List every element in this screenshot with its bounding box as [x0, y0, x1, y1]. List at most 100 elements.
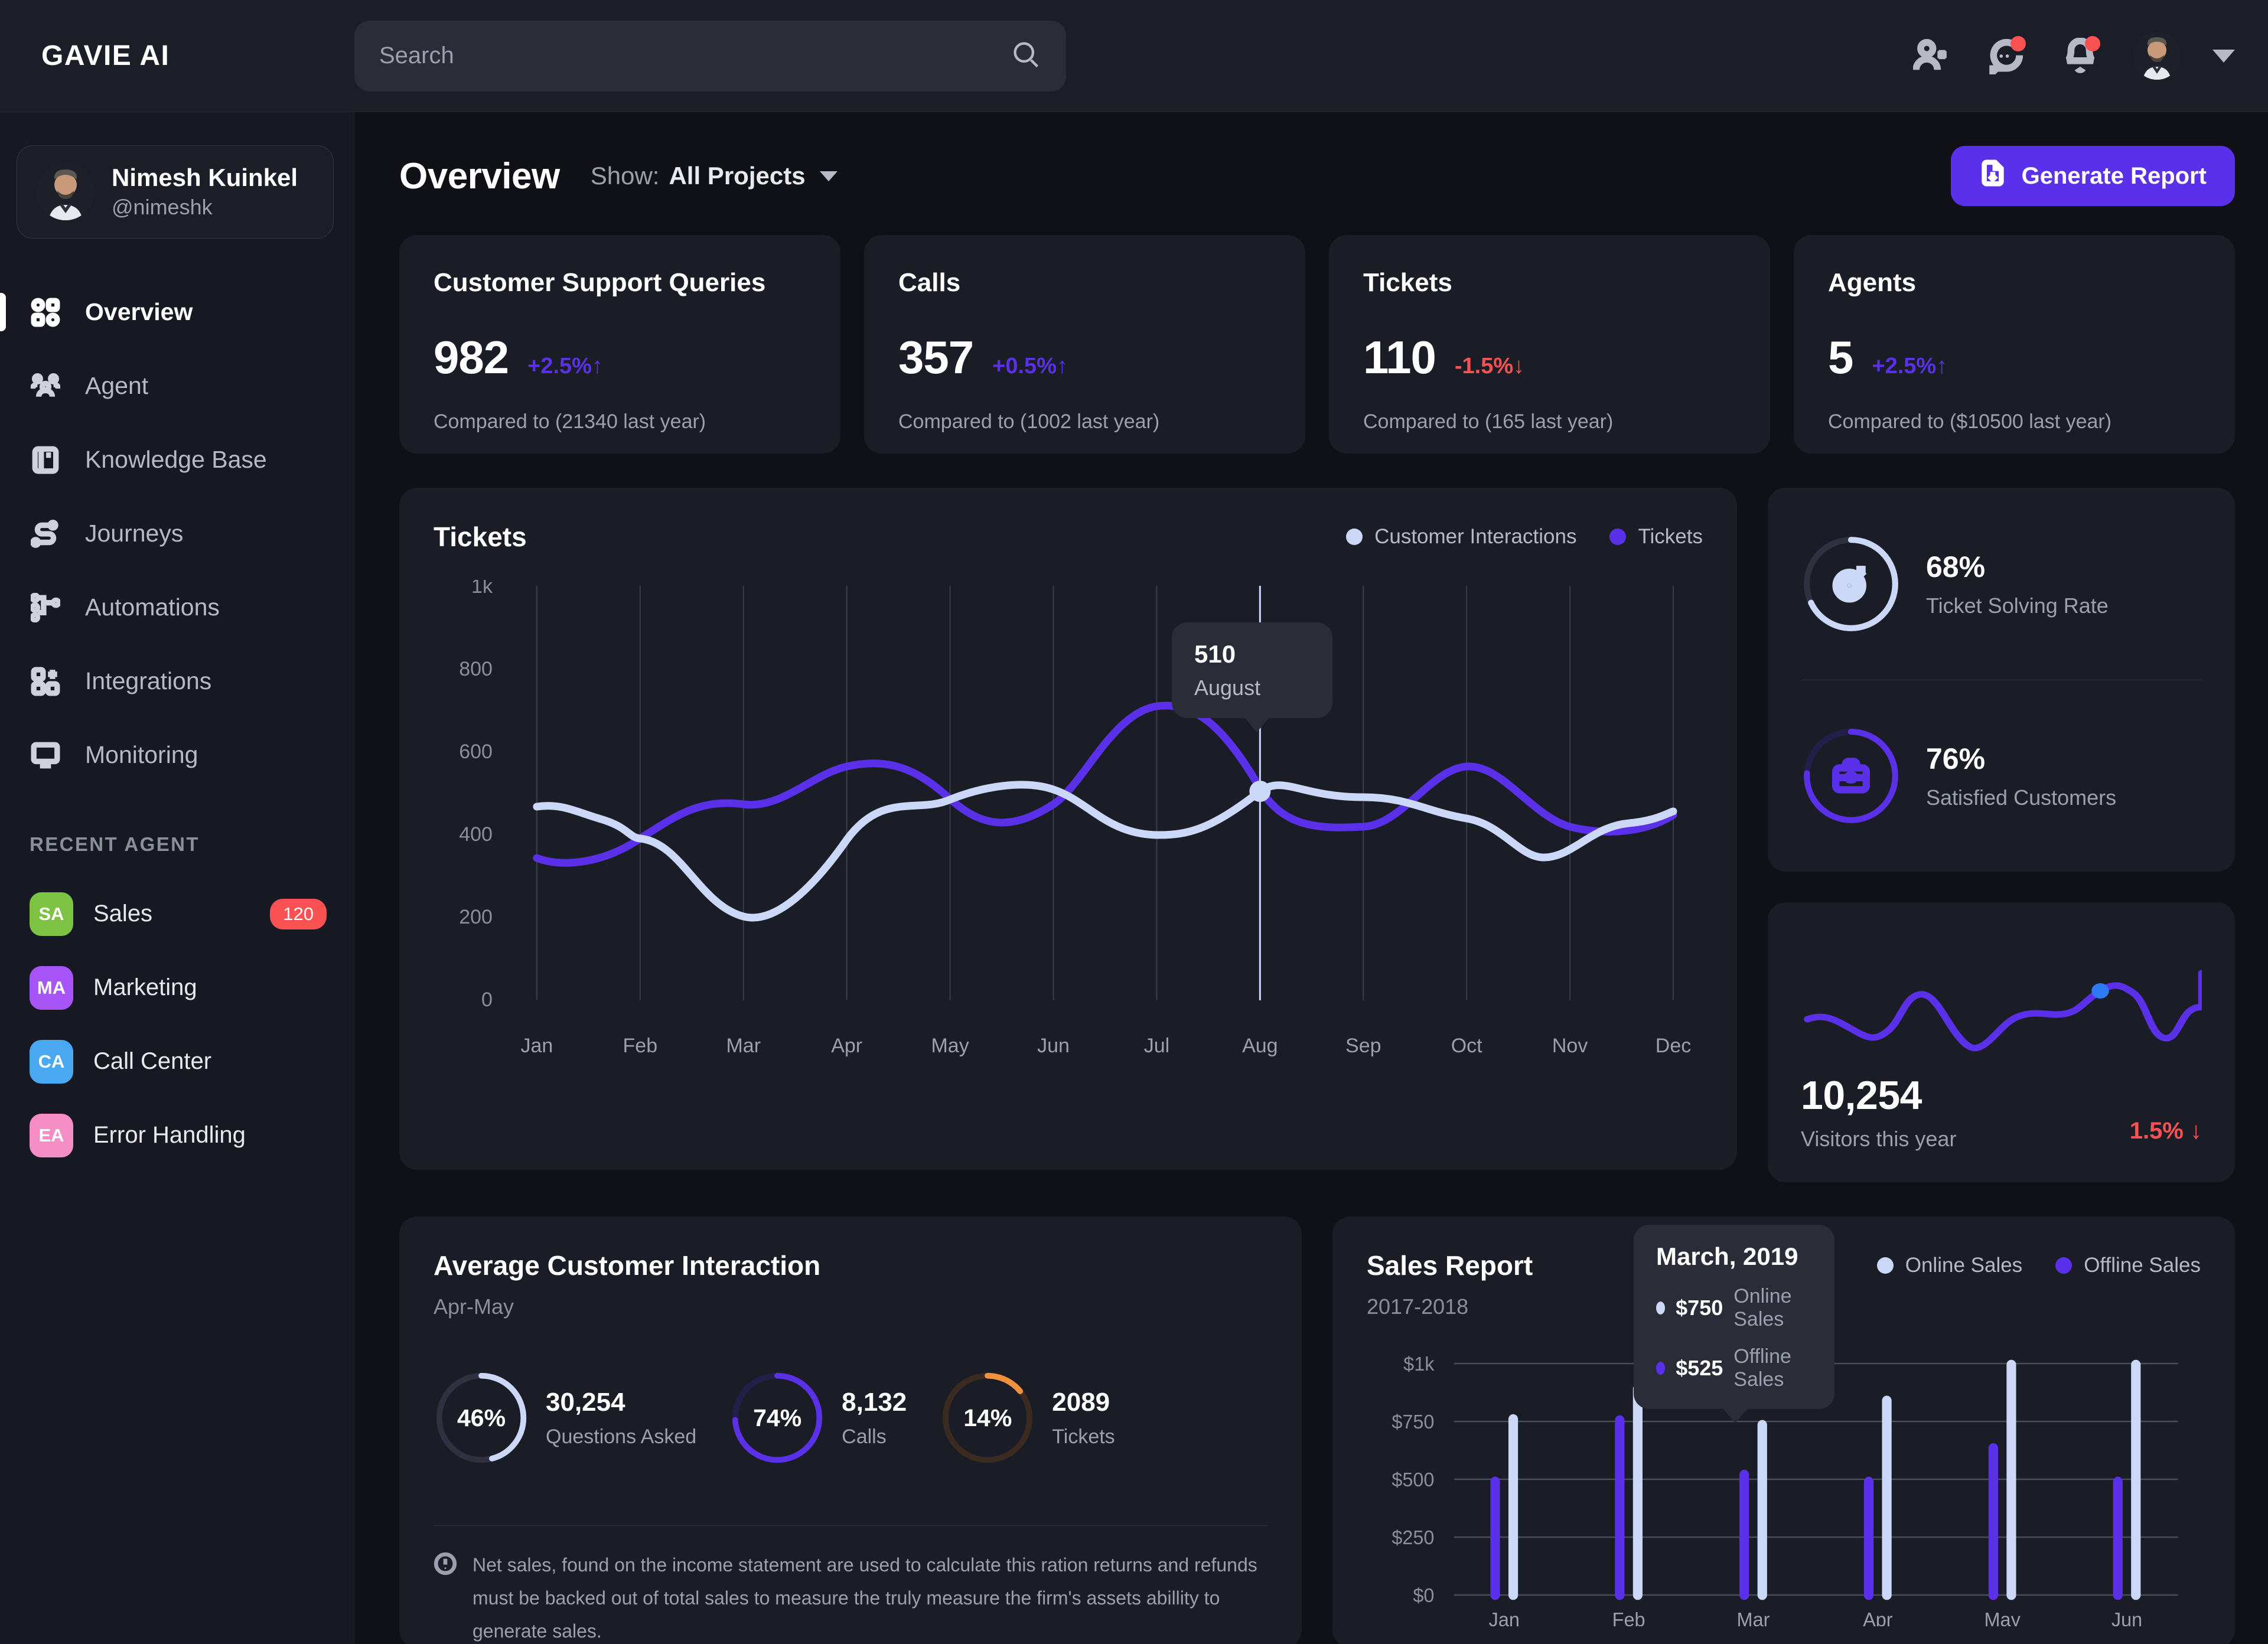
donut-percent: 74%	[753, 1404, 802, 1431]
sidebar-item-label: Agent	[85, 372, 149, 399]
svg-text:$750: $750	[1392, 1410, 1434, 1432]
sidebar-item-overview[interactable]: Overview	[0, 275, 354, 349]
avatar[interactable]	[2133, 32, 2181, 80]
legend-item[interactable]: Tickets	[1609, 525, 1703, 549]
svg-text:$500: $500	[1392, 1468, 1434, 1490]
sidebar-item-label: Automations	[85, 593, 220, 621]
tooltip-label: Offline Sales	[1733, 1345, 1791, 1391]
svg-text:Jan: Jan	[521, 1035, 553, 1057]
stat-card-customer-support-queries: Customer Support Queries 982 +2.5%↑ Comp…	[399, 235, 840, 454]
gauge-row-ticket-solving-rate: 68% Ticket Solving Rate	[1801, 488, 2202, 680]
stat-value: 110	[1363, 331, 1436, 383]
tooltip-swatch	[1656, 1302, 1666, 1314]
filter-value: All Projects	[669, 162, 806, 190]
document-download-icon	[1979, 159, 2006, 193]
legend-item[interactable]: Customer Interactions	[1346, 525, 1576, 549]
svg-text:Nov: Nov	[1552, 1035, 1588, 1057]
profile-handle: @nimeshk	[112, 194, 213, 219]
chart-title: Tickets	[434, 521, 527, 552]
bell-icon[interactable]	[2059, 35, 2101, 77]
search-input[interactable]	[379, 43, 999, 69]
svg-text:May: May	[931, 1035, 969, 1057]
agent-name: Call Center	[93, 1048, 212, 1074]
tooltip-value: $750	[1676, 1296, 1723, 1320]
stat-value: 357	[898, 331, 974, 383]
sales-tooltip: March, 2019 $750 Online Sales $525 Offli…	[1634, 1225, 1834, 1423]
page-title: Overview	[399, 155, 560, 197]
sidebar-profile-card[interactable]: Nimesh Kuinkel @nimeshk	[17, 145, 334, 239]
donut-label: Tickets	[1052, 1425, 1115, 1448]
tooltip-label: August	[1194, 676, 1261, 700]
main-content: Overview Show: All Projects Generate Rep…	[354, 112, 2268, 1644]
profile-avatar	[37, 164, 94, 220]
visitors-sparkline	[1801, 931, 2202, 1072]
svg-text:Aug: Aug	[1242, 1035, 1278, 1057]
search-icon[interactable]	[1011, 39, 1041, 73]
sidebar-item-journeys[interactable]: Journeys	[0, 497, 354, 570]
sidebar-item-knowledge-base[interactable]: Knowledge Base	[0, 423, 354, 497]
sidebar-item-integrations[interactable]: Integrations	[0, 644, 354, 718]
top-bar: GAVIE AI	[0, 0, 2268, 112]
donut-ring: 14%	[940, 1370, 1035, 1466]
aci-subtitle: Apr-May	[434, 1294, 514, 1319]
legend-swatch	[1346, 529, 1363, 545]
sparkline-marker	[2091, 983, 2109, 999]
sidebar-item-label: Knowledge Base	[85, 446, 267, 473]
donut-label: Questions Asked	[546, 1425, 697, 1448]
sidebar-item-agent[interactable]: Agent	[0, 349, 354, 423]
stat-title: Tickets	[1363, 268, 1452, 297]
mid-row: Tickets Customer Interactions Tickets 1k…	[399, 488, 2235, 1182]
visitors-delta: 1.5% ↓	[2129, 1118, 2202, 1144]
agent-name: Marketing	[93, 974, 197, 1000]
generate-report-button[interactable]: Generate Report	[1950, 146, 2235, 206]
dashboard-root: GAVIE AI Search Nimesh Kuinkel @nimeshk …	[0, 0, 2268, 1644]
gauge-percent: 68%	[1926, 550, 1986, 583]
svg-text:Dec: Dec	[1656, 1035, 1691, 1057]
gauge-label: Ticket Solving Rate	[1926, 593, 2109, 618]
legend-label: Customer Interactions	[1374, 525, 1577, 548]
sales-title: Sales Report	[1367, 1250, 1533, 1281]
stat-value: 982	[434, 331, 509, 383]
tickets-plot-area: 1k 800 600 400 200 0 Jan Feb Mar Apr May…	[434, 580, 1703, 1117]
agent-initials-badge: CA	[30, 1039, 73, 1084]
stat-card-agents: Agents 5 +2.5%↑ Compared to ($10500 last…	[1794, 235, 2235, 454]
list-item[interactable]: MA Marketing	[0, 951, 354, 1025]
average-customer-interaction-card: Average Customer Interaction Apr-May 46%	[399, 1216, 1302, 1644]
svg-text:$0: $0	[1413, 1584, 1434, 1606]
sidebar-item-automations[interactable]: Automations	[0, 570, 354, 644]
stat-compare: Compared to (21340 last year)	[434, 410, 706, 433]
tooltip-row: $525 Offline Sales	[1656, 1345, 1812, 1391]
legend-item[interactable]: Online Sales	[1876, 1254, 2022, 1277]
add-user-icon[interactable]	[1910, 35, 1953, 77]
chat-icon[interactable]	[1984, 35, 2027, 77]
list-item[interactable]: EA Error Handling	[0, 1098, 354, 1172]
svg-text:800: 800	[459, 658, 493, 680]
legend-item[interactable]: Offline Sales	[2055, 1254, 2201, 1277]
brand-logo[interactable]: GAVIE AI	[41, 40, 354, 72]
list-item[interactable]: CA Call Center	[0, 1025, 354, 1098]
svg-text:$250: $250	[1392, 1526, 1434, 1548]
stat-delta: +2.5%↑	[1872, 354, 1948, 379]
list-item[interactable]: SA Sales 120	[0, 877, 354, 951]
sidebar-item-monitoring[interactable]: Monitoring	[0, 718, 354, 792]
agent-name: Sales	[93, 901, 153, 927]
legend-label: Offline Sales	[2084, 1254, 2201, 1277]
project-filter-dropdown[interactable]: Show: All Projects	[591, 162, 838, 190]
chevron-down-icon	[819, 171, 838, 181]
search-bar[interactable]	[354, 20, 1066, 92]
donut-percent: 14%	[963, 1404, 1012, 1431]
legend-label: Tickets	[1638, 525, 1703, 548]
sales-plot-area: $1k $750 $500 $250 $0 Jan Feb Mar Apr Ma…	[1367, 1225, 2201, 1626]
legend-swatch	[1876, 1257, 1894, 1274]
chevron-down-icon[interactable]	[2212, 49, 2235, 63]
stat-delta: +2.5%↑	[527, 354, 603, 379]
sales-report-card: Sales Report Online Sales Offline Sales	[1332, 1216, 2235, 1644]
agent-initials-badge: EA	[30, 1113, 73, 1157]
aci-note-text: Net sales, found on the income statement…	[472, 1554, 1257, 1642]
gauge-label: Satisfied Customers	[1926, 785, 2117, 810]
blocks-plus-icon	[30, 666, 61, 697]
body: Nimesh Kuinkel @nimeshk Overview Agent K…	[0, 112, 2268, 1644]
sidebar-item-label: Monitoring	[85, 741, 198, 768]
tooltip-value: 510	[1194, 640, 1236, 668]
stat-compare: Compared to (165 last year)	[1363, 410, 1614, 433]
